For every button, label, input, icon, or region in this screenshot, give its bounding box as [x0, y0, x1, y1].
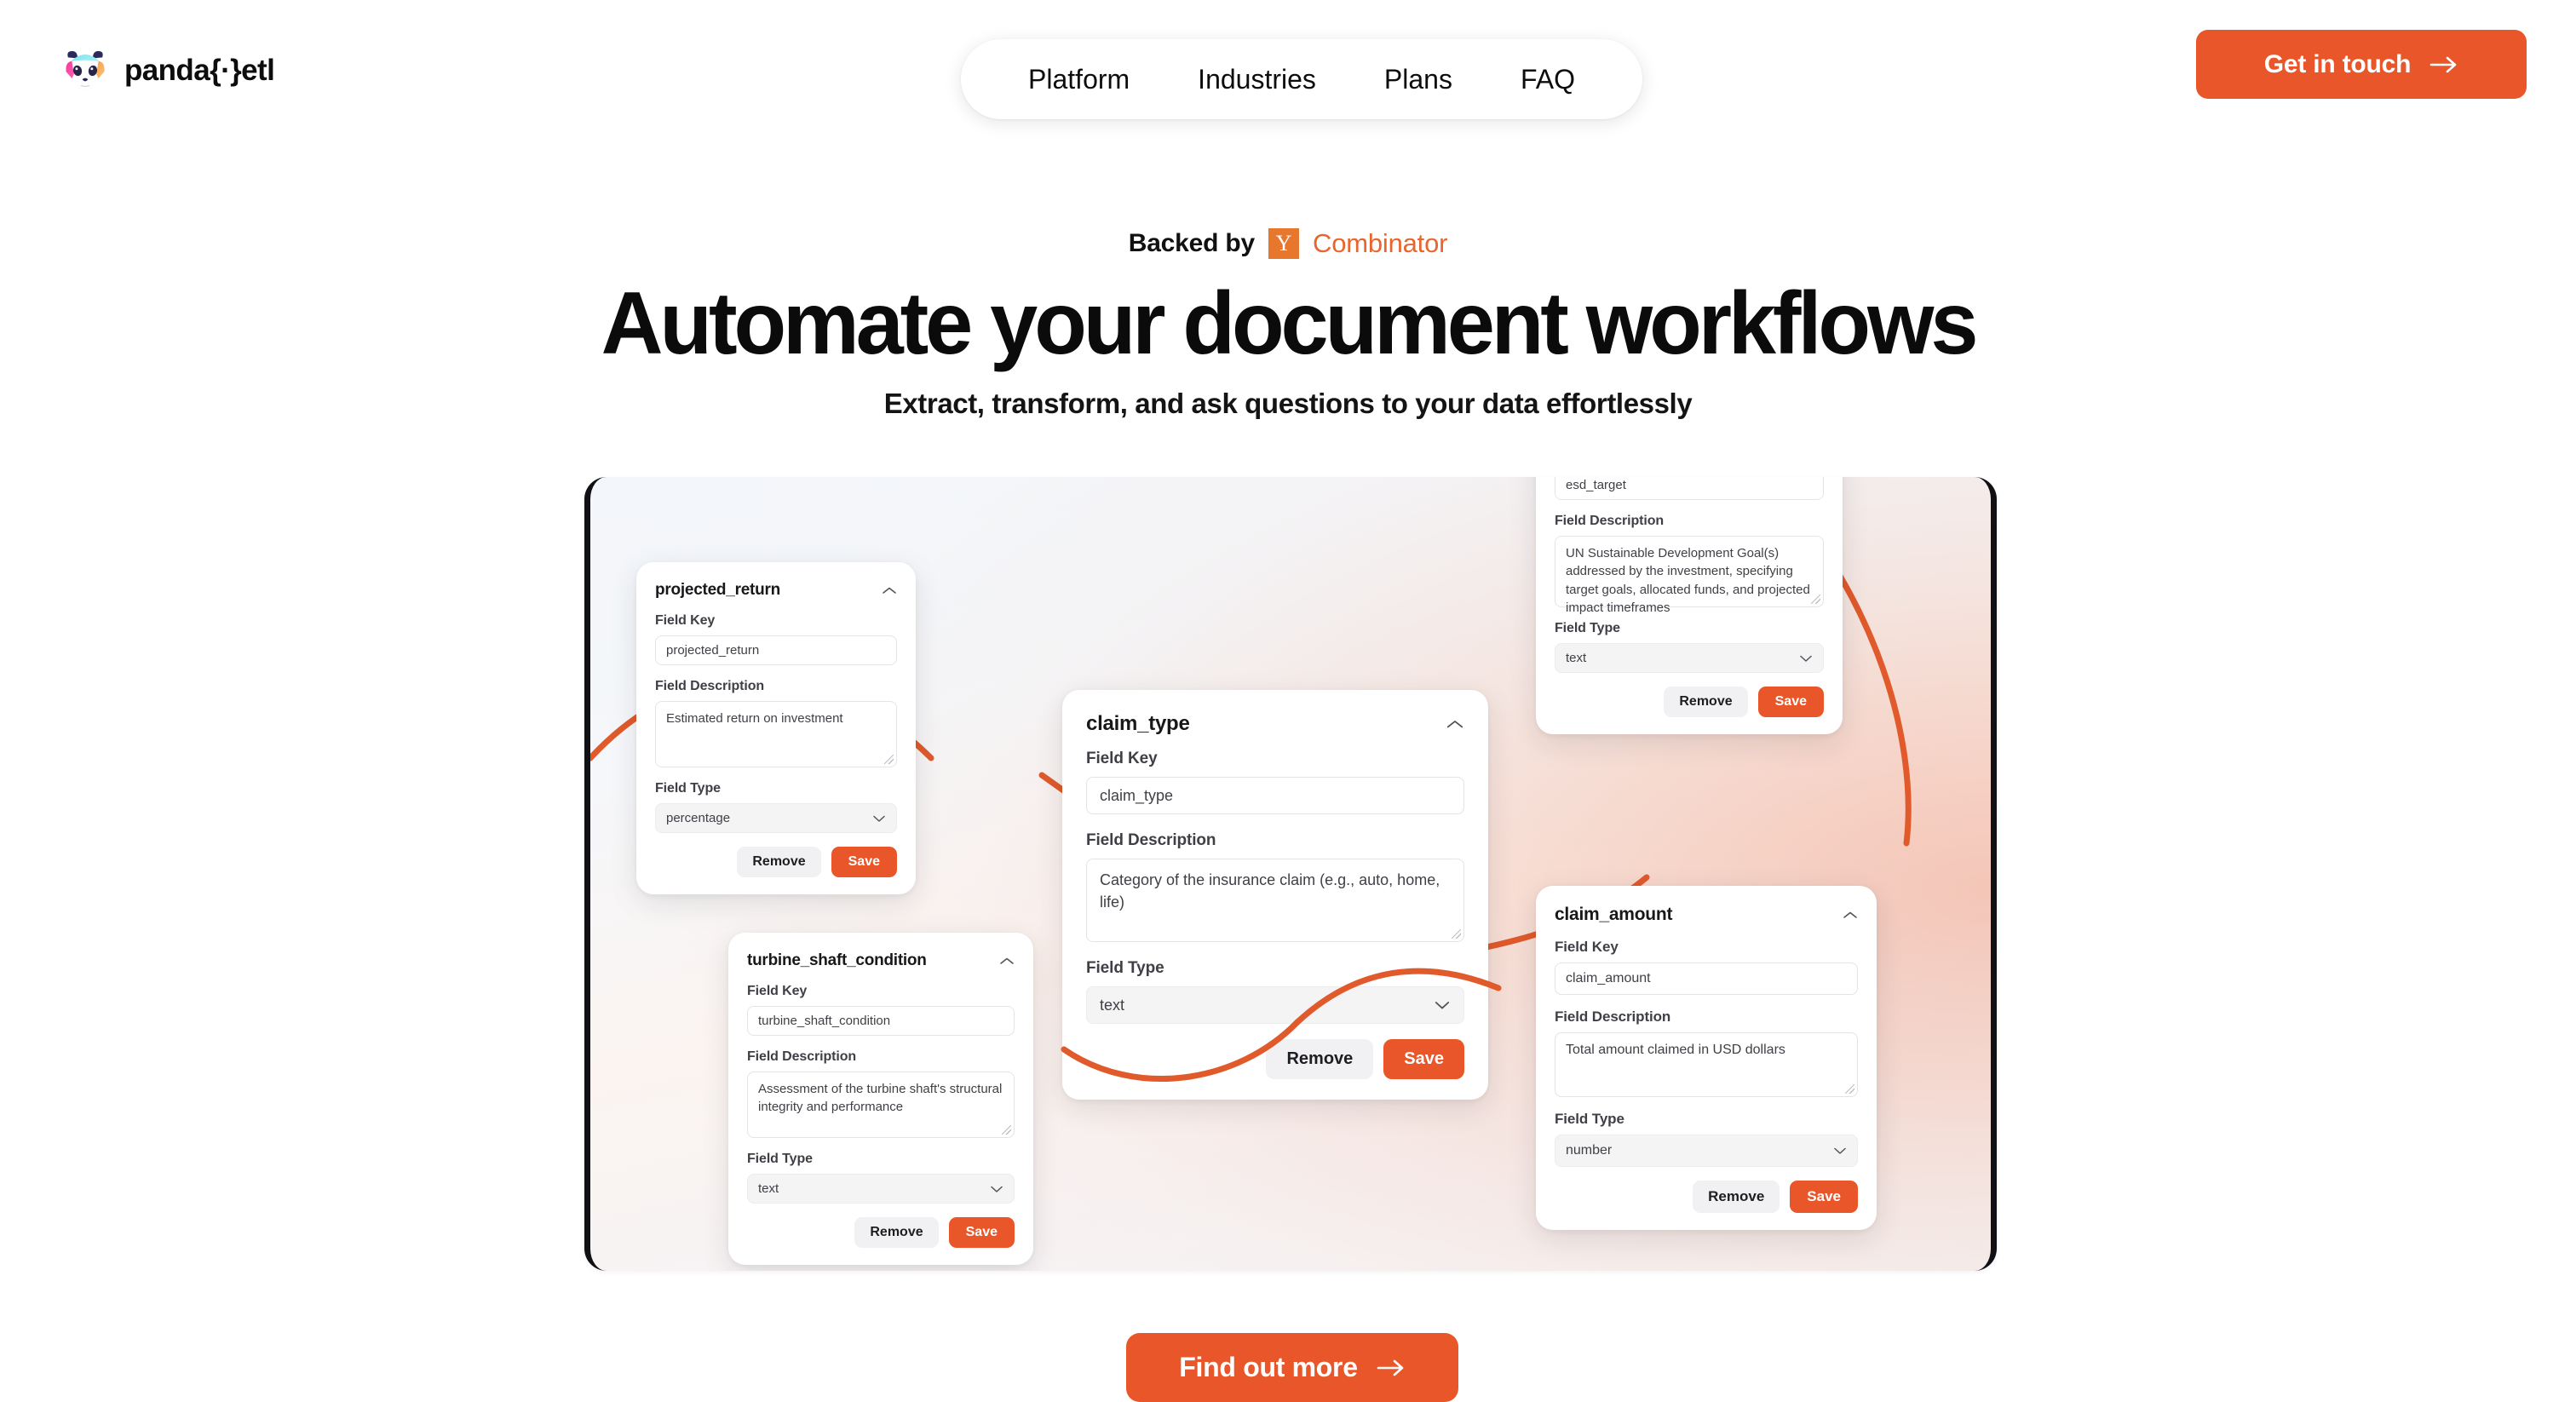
field-key-input[interactable]: esd_target — [1555, 477, 1824, 500]
field-type-select[interactable]: text — [747, 1174, 1015, 1204]
card-header: claim_type — [1086, 712, 1464, 736]
find-out-more-button[interactable]: Find out more — [1126, 1333, 1458, 1402]
field-card-claim-type[interactable]: claim_type Field Key claim_type Field De… — [1062, 690, 1488, 1100]
save-button[interactable]: Save — [1790, 1181, 1858, 1213]
remove-button[interactable]: Remove — [1693, 1181, 1780, 1213]
chevron-up-icon[interactable] — [1843, 911, 1858, 920]
field-description-textarea[interactable]: UN Sustainable Development Goal(s) addre… — [1555, 536, 1824, 615]
field-type-value: text — [1100, 996, 1125, 1014]
field-type-label: Field Type — [1555, 621, 1620, 635]
card-actions: Remove Save — [1555, 1181, 1858, 1213]
hero-visual-canvas: projected_return Field Key projected_ret… — [590, 477, 1991, 1271]
save-button[interactable]: Save — [831, 847, 897, 877]
panda-logo-icon — [66, 51, 105, 92]
save-button[interactable]: Save — [1757, 687, 1824, 717]
card-actions: Remove Save — [747, 1217, 1015, 1248]
nav-item-faq[interactable]: FAQ — [1486, 66, 1609, 93]
main-nav: Platform Industries Plans FAQ — [961, 39, 1642, 119]
card-actions: Remove Save — [1086, 1039, 1464, 1079]
remove-button[interactable]: Remove — [854, 1217, 939, 1248]
field-type-label: Field Type — [655, 781, 721, 796]
remove-button[interactable]: Remove — [1266, 1039, 1374, 1079]
field-key-input[interactable]: claim_amount — [1555, 962, 1858, 995]
card-title: claim_type — [1086, 712, 1190, 735]
get-in-touch-button[interactable]: Get in touch — [2196, 30, 2527, 99]
chevron-down-icon — [1435, 1002, 1450, 1009]
field-type-select[interactable]: text — [1555, 643, 1824, 673]
remove-button[interactable]: Remove — [1664, 687, 1748, 717]
field-key-input[interactable]: turbine_shaft_condition — [747, 1006, 1015, 1036]
field-key-label: Field Key — [655, 613, 716, 628]
field-type-select[interactable]: number — [1555, 1135, 1858, 1167]
chevron-up-icon[interactable] — [999, 957, 1015, 966]
card-title: projected_return — [655, 581, 780, 599]
field-card-projected-return[interactable]: projected_return Field Key projected_ret… — [636, 562, 916, 894]
nav-item-platform[interactable]: Platform — [994, 66, 1164, 93]
card-header: claim_amount — [1555, 905, 1858, 925]
field-type-label: Field Type — [1555, 1111, 1624, 1127]
save-button[interactable]: Save — [948, 1217, 1015, 1248]
save-button[interactable]: Save — [1383, 1039, 1464, 1079]
field-type-label: Field Type — [1086, 959, 1164, 977]
brand-name: panda{·}etl — [124, 54, 275, 87]
field-key-label: Field Key — [747, 984, 808, 998]
arrow-right-icon — [2429, 56, 2457, 72]
arrow-right-icon — [1377, 1359, 1404, 1376]
y-combinator-label: Combinator — [1313, 228, 1448, 258]
get-in-touch-label: Get in touch — [2263, 49, 2412, 78]
card-title: claim_amount — [1555, 905, 1673, 924]
field-description-textarea[interactable]: Assessment of the turbine shaft's struct… — [747, 1072, 1015, 1138]
page-title: Automate your document workflows — [601, 274, 1979, 373]
field-type-select[interactable]: text — [1086, 986, 1464, 1024]
field-type-value: text — [1566, 651, 1587, 665]
y-combinator-icon: Y — [1268, 228, 1300, 259]
brand[interactable]: panda{·}etl — [61, 47, 275, 95]
field-key-label: Field Key — [1555, 939, 1619, 955]
remove-button[interactable]: Remove — [737, 847, 821, 877]
card-header: projected_return — [655, 581, 897, 600]
field-key-input[interactable]: projected_return — [655, 635, 897, 665]
chevron-up-icon[interactable] — [1446, 719, 1464, 730]
backed-by-label: Backed by — [1128, 229, 1256, 257]
chevron-down-icon — [991, 1186, 1003, 1192]
card-actions: Remove Save — [1555, 687, 1824, 717]
field-type-value: percentage — [666, 811, 731, 825]
field-description-textarea[interactable]: Estimated return on investment — [655, 701, 897, 767]
field-description-label: Field Description — [1555, 1008, 1671, 1025]
chevron-down-icon — [873, 815, 885, 822]
field-card-turbine-shaft-condition[interactable]: turbine_shaft_condition Field Key turbin… — [728, 933, 1033, 1265]
field-key-input[interactable]: claim_type — [1086, 777, 1464, 814]
field-description-textarea[interactable]: Total amount claimed in USD dollars — [1555, 1032, 1858, 1097]
page-subtitle: Extract, transform, and ask questions to… — [883, 388, 1693, 419]
chevron-down-icon — [1834, 1147, 1846, 1154]
field-description-label: Field Description — [747, 1049, 857, 1064]
field-description-label: Field Description — [1555, 514, 1665, 528]
chevron-down-icon — [1800, 655, 1812, 662]
field-type-value: number — [1566, 1143, 1613, 1158]
nav-item-industries[interactable]: Industries — [1164, 66, 1350, 93]
card-header: turbine_shaft_condition — [747, 951, 1015, 970]
field-card-esd-target[interactable]: esd_target Field Key esd_target Field De… — [1536, 477, 1843, 734]
field-type-value: text — [758, 1181, 779, 1196]
field-description-textarea[interactable]: Category of the insurance claim (e.g., a… — [1086, 859, 1464, 942]
field-description-label: Field Description — [655, 679, 765, 693]
field-type-label: Field Type — [747, 1152, 813, 1166]
chevron-up-icon[interactable] — [882, 586, 897, 595]
field-key-label: Field Key — [1086, 750, 1158, 767]
hero-visual-frame: projected_return Field Key projected_ret… — [584, 477, 1997, 1271]
find-out-more-label: Find out more — [1179, 1352, 1358, 1382]
field-card-claim-amount[interactable]: claim_amount Field Key claim_amount Fiel… — [1536, 886, 1877, 1230]
backed-by-badge: Backed by Y Combinator — [0, 228, 2576, 259]
card-actions: Remove Save — [655, 847, 897, 877]
card-title: turbine_shaft_condition — [747, 951, 927, 969]
site-header: panda{·}etl Platform Industries Plans FA… — [0, 0, 2576, 155]
nav-item-plans[interactable]: Plans — [1350, 66, 1486, 93]
field-type-select[interactable]: percentage — [655, 803, 897, 833]
field-description-label: Field Description — [1086, 831, 1216, 849]
